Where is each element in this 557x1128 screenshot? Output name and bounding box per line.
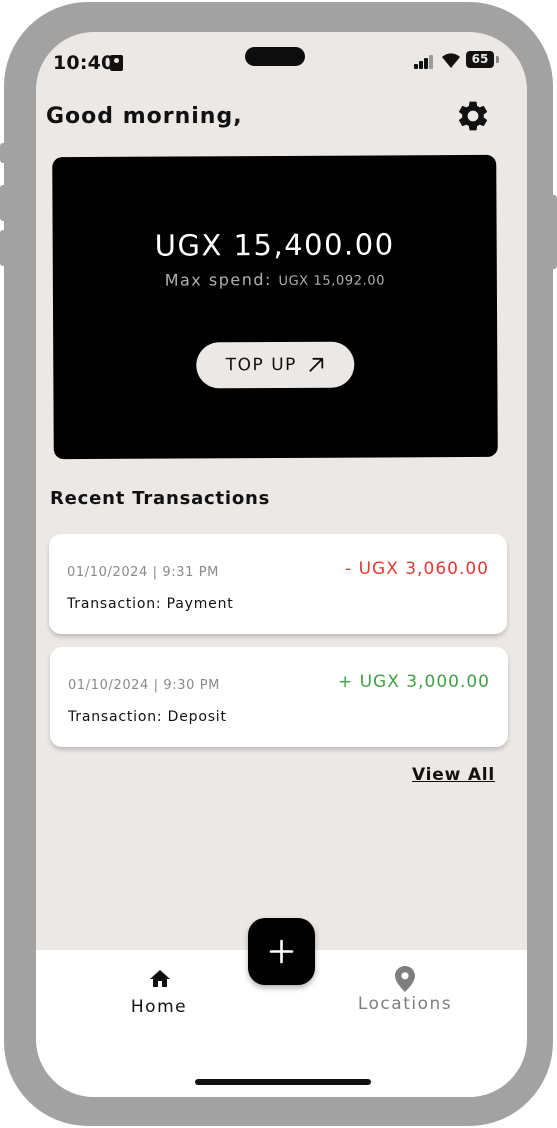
dynamic-island <box>245 47 305 66</box>
transaction-datetime: 01/10/2024 | 9:31 PM <box>67 565 219 580</box>
transaction-amount: - UGX 3,060.00 <box>345 559 489 579</box>
nav-item-home[interactable]: Home <box>116 967 202 1021</box>
gear-icon[interactable] <box>455 98 491 134</box>
battery-tip <box>496 56 499 63</box>
top-up-button[interactable]: TOP UP <box>196 341 355 389</box>
plus-icon <box>269 939 294 964</box>
wifi-icon <box>442 53 460 68</box>
view-all-link[interactable]: View All <box>412 765 495 785</box>
top-up-label: TOP UP <box>225 354 297 376</box>
transaction-amount: + UGX 3,000.00 <box>337 672 490 692</box>
nav-locations-label: Locations <box>357 994 453 1014</box>
transaction-type: Transaction: Deposit <box>68 709 227 725</box>
recent-transactions-title: Recent Transactions <box>50 488 271 509</box>
max-spend-value: UGX 15,092.00 <box>278 273 386 289</box>
app-screen: 10:40 65 Good morning, UGX 15,400.00 Max… <box>36 32 527 1097</box>
nav-home-label: Home <box>130 997 188 1017</box>
volume-down-button <box>0 230 8 266</box>
max-spend: Max spend: UGX 15,092.00 <box>53 269 497 290</box>
balance-amount: UGX 15,400.00 <box>154 227 395 263</box>
transaction-type: Transaction: Payment <box>67 596 234 612</box>
battery-level: 65 <box>466 51 494 68</box>
balance-card: UGX 15,400.00 Max spend: UGX 15,092.00 T… <box>52 154 498 460</box>
transaction-card[interactable]: 01/10/2024 | 9:31 PM - UGX 3,060.00 Tran… <box>49 534 507 634</box>
mute-switch <box>0 143 8 163</box>
power-button <box>549 195 557 269</box>
map-pin-icon <box>395 966 415 992</box>
cellular-signal-icon <box>414 55 436 69</box>
max-spend-label: Max spend: <box>164 270 272 290</box>
nav-item-locations[interactable]: Locations <box>352 966 458 1020</box>
transaction-datetime: 01/10/2024 | 9:30 PM <box>68 678 220 693</box>
home-icon <box>150 970 170 987</box>
contact-card-icon <box>110 55 123 71</box>
transaction-card[interactable]: 01/10/2024 | 9:30 PM + UGX 3,000.00 Tran… <box>50 647 508 747</box>
add-button[interactable] <box>248 918 315 985</box>
greeting-text: Good morning, <box>46 104 243 129</box>
volume-up-button <box>0 185 8 221</box>
status-time: 10:40 <box>53 52 115 74</box>
home-indicator <box>195 1079 371 1085</box>
arrow-up-right-icon <box>308 357 323 372</box>
